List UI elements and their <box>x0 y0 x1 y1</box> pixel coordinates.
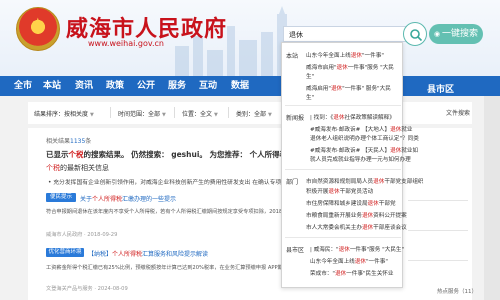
divider <box>110 107 111 118</box>
suggestion-item[interactable]: 市自然资源和规划局局人员退休干部党支部组织 <box>306 177 424 185</box>
result-title-text: 汇缴办理的一些提示 <box>122 196 177 203</box>
position-filter[interactable]: 位置：全文 ▼ <box>182 109 218 118</box>
type-value: 全部 <box>254 111 267 118</box>
nav-item-data[interactable]: 数据 <box>231 76 249 96</box>
spelling-notice: 已显示个税的搜索结果。 仍然搜索： geshui。 为您推荐： 个人所得税。 <box>46 149 295 160</box>
latest-info-item[interactable]: • 充分发挥国有企业创新引领作用，对威海企业科技创新产生的费用性研发支出 在确认… <box>48 177 281 186</box>
type-label: 类别： <box>236 111 255 118</box>
time-filter[interactable]: 时间范围：全部 ▼ <box>118 109 166 118</box>
result-title-text: 关于 <box>80 196 93 203</box>
search-input-value: 退休 <box>289 31 303 39</box>
result-title-text: 汇算服务和风险提示解读 <box>142 251 209 258</box>
divider <box>285 237 401 238</box>
quick-search-button[interactable]: ◉ 一键搜索 <box>429 24 483 44</box>
divider <box>228 107 229 118</box>
result-tag: 便民提示 <box>46 193 76 202</box>
main-nav: 全市 本站 资讯 政策 公开 服务 互动 数据 <box>0 76 500 96</box>
sort-filter[interactable]: 结果排序：按相关度 ▼ <box>34 109 94 118</box>
result-title-keyword: 个人所得税 <box>112 251 143 258</box>
result-title-keyword: 个人所得税 <box>92 196 123 203</box>
suggestion-item[interactable]: | 威海民："退休一件事"服务 "大民生" <box>310 245 404 253</box>
count-prefix: 相关结果 <box>46 138 71 145</box>
nav-item-news[interactable]: 资讯 <box>75 76 93 96</box>
suggestion-item[interactable]: 市人大常委会机关主办退休干部座谈会议 <box>306 223 407 231</box>
result-tag: 优化营商环境 <box>46 248 84 257</box>
site-header: ★ 威海市人民政府 www.weihai.gov.cn 退休 ◉ 一键搜索 <box>0 0 500 76</box>
suggestion-item[interactable]: #威海发布·邮政诉# 【天民人】退休就业如 <box>310 146 418 154</box>
time-value: 全部 <box>148 111 161 118</box>
nav-item-open[interactable]: 公开 <box>137 76 155 96</box>
position-label: 位置： <box>182 111 201 118</box>
notice-keyword: 个税 <box>68 150 84 159</box>
suggestion-section-label: 新闻报 <box>286 115 305 122</box>
count-suffix: 条 <box>85 138 92 145</box>
suggestion-item[interactable]: 山东今年全面上线退休"一件事" <box>306 51 384 59</box>
suggestion-section-label: 部门 <box>286 179 299 186</box>
count-value: 1135 <box>70 138 86 145</box>
suggestion-item[interactable]: 积极开展退休干部党员活动 <box>306 187 373 195</box>
nav-item-policy[interactable]: 政策 <box>106 76 124 96</box>
file-search-link[interactable]: 文件搜索 <box>446 108 470 117</box>
search-icon <box>410 29 423 42</box>
result-count: 相关结果1135条 <box>46 136 91 145</box>
suggestion-item[interactable]: | 找到：《退休社保政策解读解释》 <box>310 113 395 121</box>
chevron-down-icon: ▼ <box>89 112 94 118</box>
chevron-down-icon: ▼ <box>161 112 166 118</box>
sort-label: 结果排序： <box>34 111 65 118</box>
filter-bar: 结果排序：按相关度 ▼ 时间范围：全部 ▼ 位置：全文 ▼ 类别：全部 ▼ <box>28 102 472 124</box>
national-emblem-logo: ★ <box>16 7 60 51</box>
notice-text[interactable]: 的搜索结果。 仍然搜索： geshui。 为您推荐： 个人所得税。 <box>84 150 295 159</box>
suggestion-item[interactable]: 威海市启用"退休一件事"服务 "大民 <box>306 63 394 71</box>
nav-item-all-city[interactable]: 全市 <box>14 76 32 96</box>
notice-text: 的最新相关信息 <box>60 164 109 172</box>
suggestion-item[interactable]: #威海发布·邮政诉# 【大地人】退休就业 <box>310 125 412 133</box>
notice-text: 已显示 <box>46 150 69 159</box>
chevron-down-icon: ▼ <box>213 112 218 118</box>
hot-services-label[interactable]: 热点服务（11） <box>437 287 477 295</box>
mic-icon: ◉ <box>433 30 441 38</box>
type-filter[interactable]: 类别：全部 ▼ <box>236 109 272 118</box>
suggestion-item[interactable]: 荣成市："退休一件事"民生关怀业 <box>310 269 393 277</box>
nav-item-interact[interactable]: 互动 <box>199 76 217 96</box>
suggestion-item[interactable]: 山东今年全面上线退休"一件事" <box>310 257 388 265</box>
time-label: 时间范围： <box>118 111 149 118</box>
suggestion-section-label: 县市区 <box>286 247 305 254</box>
notice-keyword: 个税 <box>46 164 60 172</box>
nav-item-service[interactable]: 服务 <box>168 76 186 96</box>
suggestion-item-cont[interactable]: 生" <box>306 93 314 101</box>
result-title[interactable]: 关于个人所得税汇缴办理的一些提示 <box>80 194 176 203</box>
divider <box>408 260 468 261</box>
suggestion-item[interactable]: 市住房保障和城乡建设局退休干部党 <box>306 199 396 207</box>
sort-value: 按相关度 <box>64 111 89 118</box>
search-input[interactable]: 退休 <box>283 26 413 42</box>
chevron-down-icon: ▼ <box>267 112 272 118</box>
divider <box>408 200 468 201</box>
suggestion-section-label: 本站 <box>286 53 299 60</box>
divider <box>285 105 401 106</box>
position-value: 全文 <box>200 111 213 118</box>
suggestion-item-cont[interactable]: 生" <box>306 72 314 80</box>
suggestion-item[interactable]: 威海启用"退休"一件事" 服务"大民 <box>306 84 391 92</box>
result-title[interactable]: 【纳税】个人所得税汇算服务和风险提示解读 <box>88 249 208 258</box>
search-suggestion-dropdown: 本站 山东今年全面上线退休"一件事" 威海市启用"退休一件事"服务 "大民 生"… <box>281 42 424 288</box>
nav-item-this-site[interactable]: 本站 <box>43 76 61 96</box>
divider <box>174 107 175 118</box>
site-url: www.weihai.gov.cn <box>88 39 164 48</box>
page-scrollbar[interactable] <box>484 96 500 300</box>
suggestion-item[interactable]: 市粮食局重新开展业务退休资料公开提案 <box>306 211 407 219</box>
suggestion-item-cont[interactable]: 退休老人组织说明办理个体工商认定"？同类 <box>310 134 419 142</box>
divider <box>285 169 401 170</box>
quick-search-label: 一键搜索 <box>442 29 479 39</box>
divider <box>408 230 468 231</box>
side-panel <box>418 134 470 284</box>
latest-info-heading: 个税的最新相关信息 <box>46 163 109 173</box>
nav-item-counties[interactable]: 县市区 <box>427 82 454 95</box>
result-meta: 文登海关产品与服务 · 2024-08-09 <box>46 286 128 292</box>
result-title-text: 【纳税】 <box>88 251 113 258</box>
suggestion-item-cont[interactable]: 就人员完成就业指导办理一元与如何办理 <box>310 155 411 163</box>
result-meta: 威海市人民政府 · 2018-09-29 <box>46 232 118 238</box>
search-button[interactable] <box>403 22 427 46</box>
